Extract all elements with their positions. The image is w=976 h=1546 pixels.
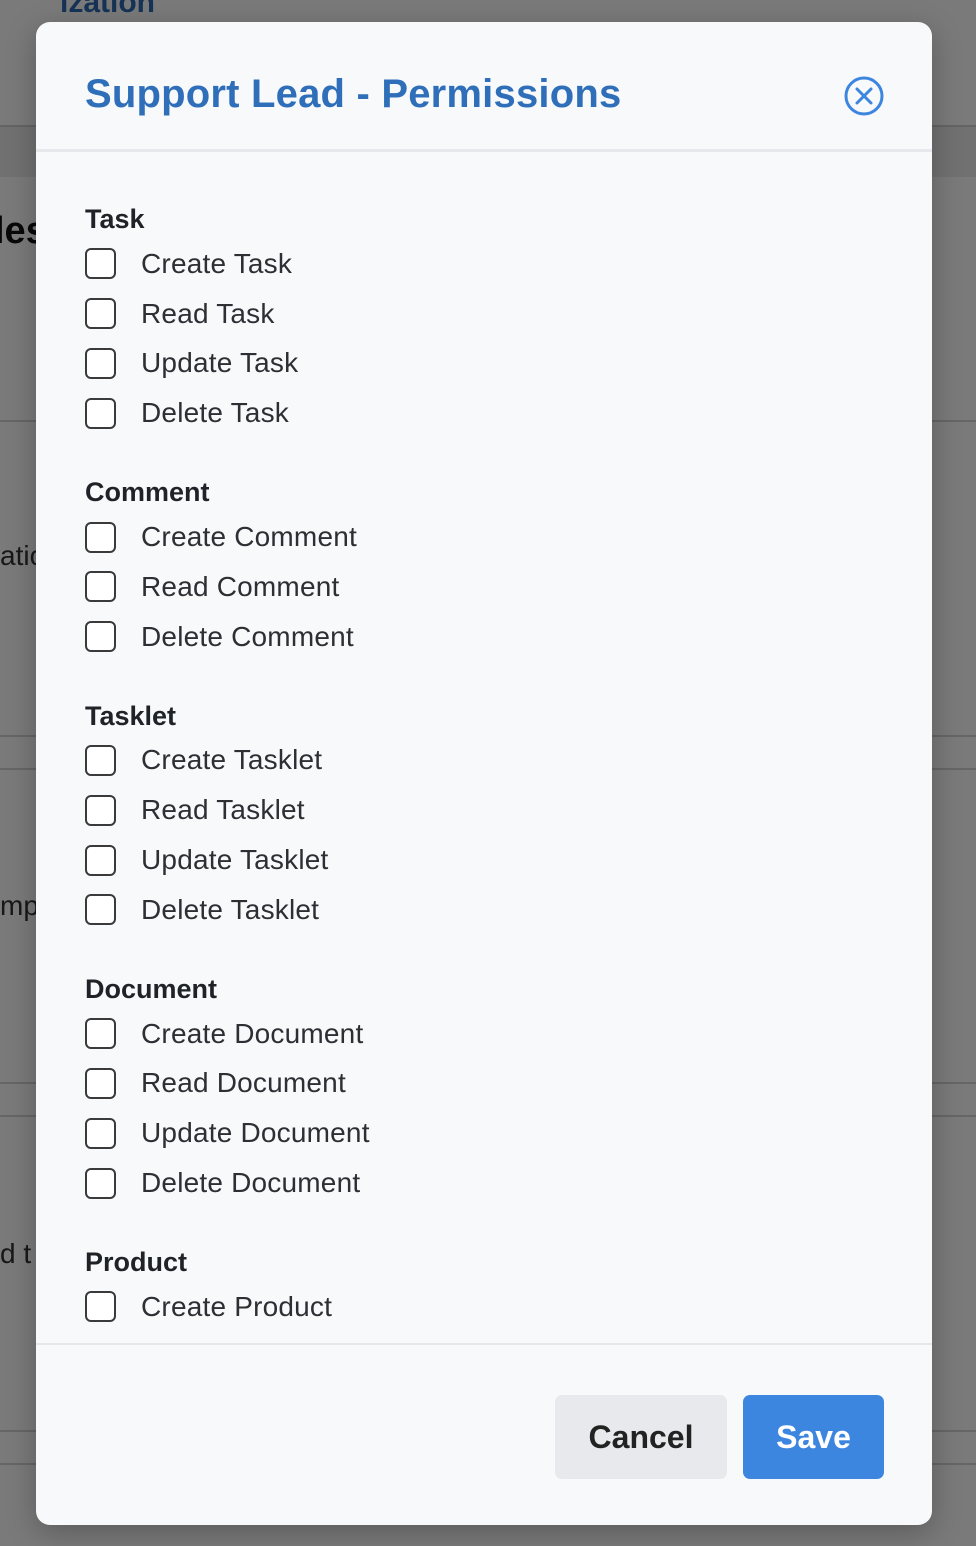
permission-label: Read Task bbox=[141, 297, 275, 329]
cancel-button[interactable]: Cancel bbox=[555, 1395, 727, 1479]
modal-title: Support Lead - Permissions bbox=[85, 72, 622, 116]
permission-label: Delete Document bbox=[141, 1167, 361, 1199]
permission-label: Delete Comment bbox=[141, 620, 354, 652]
permission-checkbox[interactable] bbox=[85, 1117, 116, 1149]
permission-label: Create Tasklet bbox=[141, 744, 323, 776]
permission-label: Read Document bbox=[141, 1067, 346, 1099]
permission-checkbox[interactable] bbox=[85, 744, 116, 776]
permission-group-title: Product bbox=[85, 1246, 188, 1277]
permission-option[interactable]: Read Document bbox=[85, 1059, 932, 1109]
permission-label: Create Product bbox=[141, 1290, 333, 1322]
save-button[interactable]: Save bbox=[743, 1395, 884, 1479]
permission-label: Read Comment bbox=[141, 570, 340, 602]
permission-option[interactable]: Create Comment bbox=[85, 512, 932, 562]
permission-group-title: Task bbox=[85, 204, 145, 234]
permission-label: Read Tasklet bbox=[141, 794, 305, 826]
permission-option[interactable]: Update Task bbox=[85, 339, 932, 389]
permission-checkbox[interactable] bbox=[85, 1291, 116, 1323]
permission-option[interactable]: Create Document bbox=[85, 1009, 932, 1059]
permission-group-comment: Comment Create Comment Read Comment Delete … bbox=[85, 474, 932, 661]
permission-label: Update Tasklet bbox=[141, 844, 329, 876]
permission-checkbox[interactable] bbox=[85, 347, 116, 379]
permission-checkbox[interactable] bbox=[85, 1067, 116, 1099]
permission-label: Update Document bbox=[141, 1117, 370, 1149]
permission-label: Delete Task bbox=[141, 397, 289, 429]
permission-option[interactable]: Update Document bbox=[85, 1108, 932, 1158]
modal-header: Support Lead - Permissions bbox=[36, 22, 932, 152]
permission-label: Create Document bbox=[141, 1017, 364, 1049]
permission-checkbox[interactable] bbox=[85, 844, 116, 876]
permission-checkbox[interactable] bbox=[85, 621, 116, 653]
permissions-modal: Support Lead - Permissions Task Create Ta… bbox=[36, 22, 932, 1525]
permission-option[interactable]: Delete Task bbox=[85, 388, 932, 438]
permission-group-task: Task Create Task Read Task Update Task Delet… bbox=[85, 201, 932, 438]
permission-option[interactable]: Update Tasklet bbox=[85, 835, 932, 885]
permission-option[interactable]: Read Comment bbox=[85, 562, 932, 612]
permission-label: Update Task bbox=[141, 347, 299, 379]
permission-checkbox[interactable] bbox=[85, 521, 116, 553]
permission-group-product: Product Create Product bbox=[85, 1244, 932, 1332]
modal-footer: Cancel Save bbox=[36, 1343, 932, 1525]
permission-option[interactable]: Create Task bbox=[85, 239, 932, 289]
permission-group-title: Comment bbox=[85, 477, 210, 508]
permission-option[interactable]: Create Product bbox=[85, 1282, 932, 1332]
permission-group-tasklet: Tasklet Create Tasklet Read Tasklet Update … bbox=[85, 698, 932, 935]
permission-group-title: Tasklet bbox=[85, 700, 177, 731]
permission-label: Create Task bbox=[141, 247, 293, 279]
permissions-list[interactable]: Task Create Task Read Task Update Task Delet… bbox=[36, 152, 932, 1345]
permission-label: Delete Tasklet bbox=[141, 893, 320, 925]
permission-option[interactable]: Delete Comment bbox=[85, 612, 932, 662]
permission-checkbox[interactable] bbox=[85, 298, 116, 330]
permission-checkbox[interactable] bbox=[85, 1018, 116, 1050]
permission-checkbox[interactable] bbox=[85, 571, 116, 603]
close-circle-icon bbox=[844, 76, 884, 116]
close-button[interactable] bbox=[843, 75, 885, 117]
permission-group-document: Document Create Document Read Document Upda… bbox=[85, 971, 932, 1208]
permission-option[interactable]: Delete Document bbox=[85, 1158, 932, 1208]
permission-checkbox[interactable] bbox=[85, 794, 116, 826]
permission-checkbox[interactable] bbox=[85, 397, 116, 429]
permission-checkbox[interactable] bbox=[85, 1167, 116, 1199]
permission-checkbox[interactable] bbox=[85, 894, 116, 926]
permission-checkbox[interactable] bbox=[85, 248, 116, 280]
permission-label: Create Comment bbox=[141, 521, 357, 553]
permission-option[interactable]: Read Tasklet bbox=[85, 785, 932, 835]
permission-option[interactable]: Read Task bbox=[85, 289, 932, 339]
permission-option[interactable]: Delete Tasklet bbox=[85, 885, 932, 935]
permission-group-title: Document bbox=[85, 973, 218, 1004]
permission-option[interactable]: Create Tasklet bbox=[85, 736, 932, 786]
